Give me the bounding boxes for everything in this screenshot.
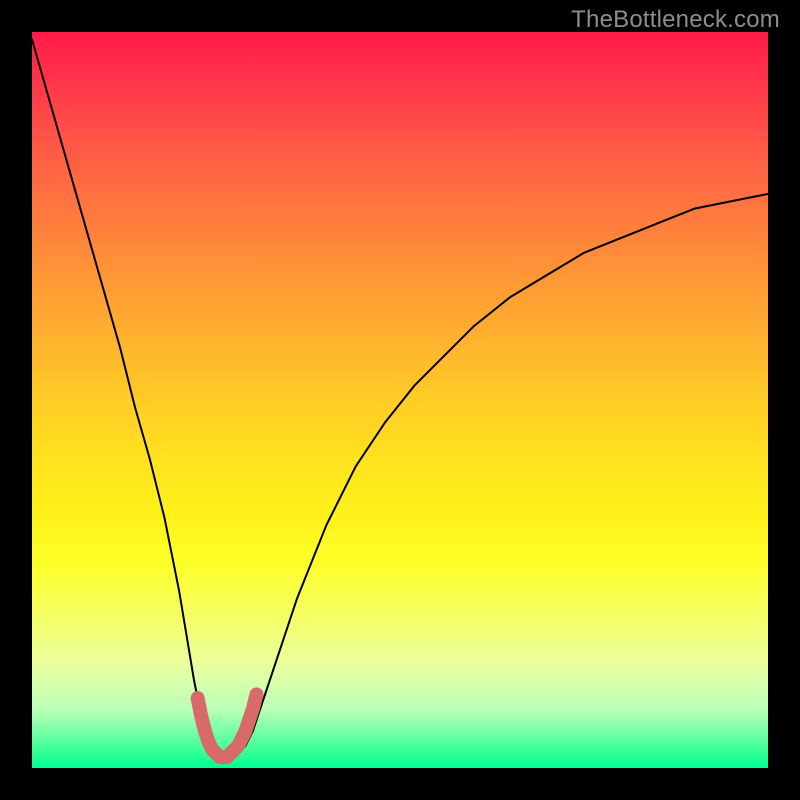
chart-svg xyxy=(0,0,800,800)
bottleneck-curve xyxy=(32,39,768,760)
optimal-zone-outline xyxy=(198,694,257,757)
chart-frame: TheBottleneck.com xyxy=(0,0,800,800)
watermark-text: TheBottleneck.com xyxy=(571,6,780,34)
